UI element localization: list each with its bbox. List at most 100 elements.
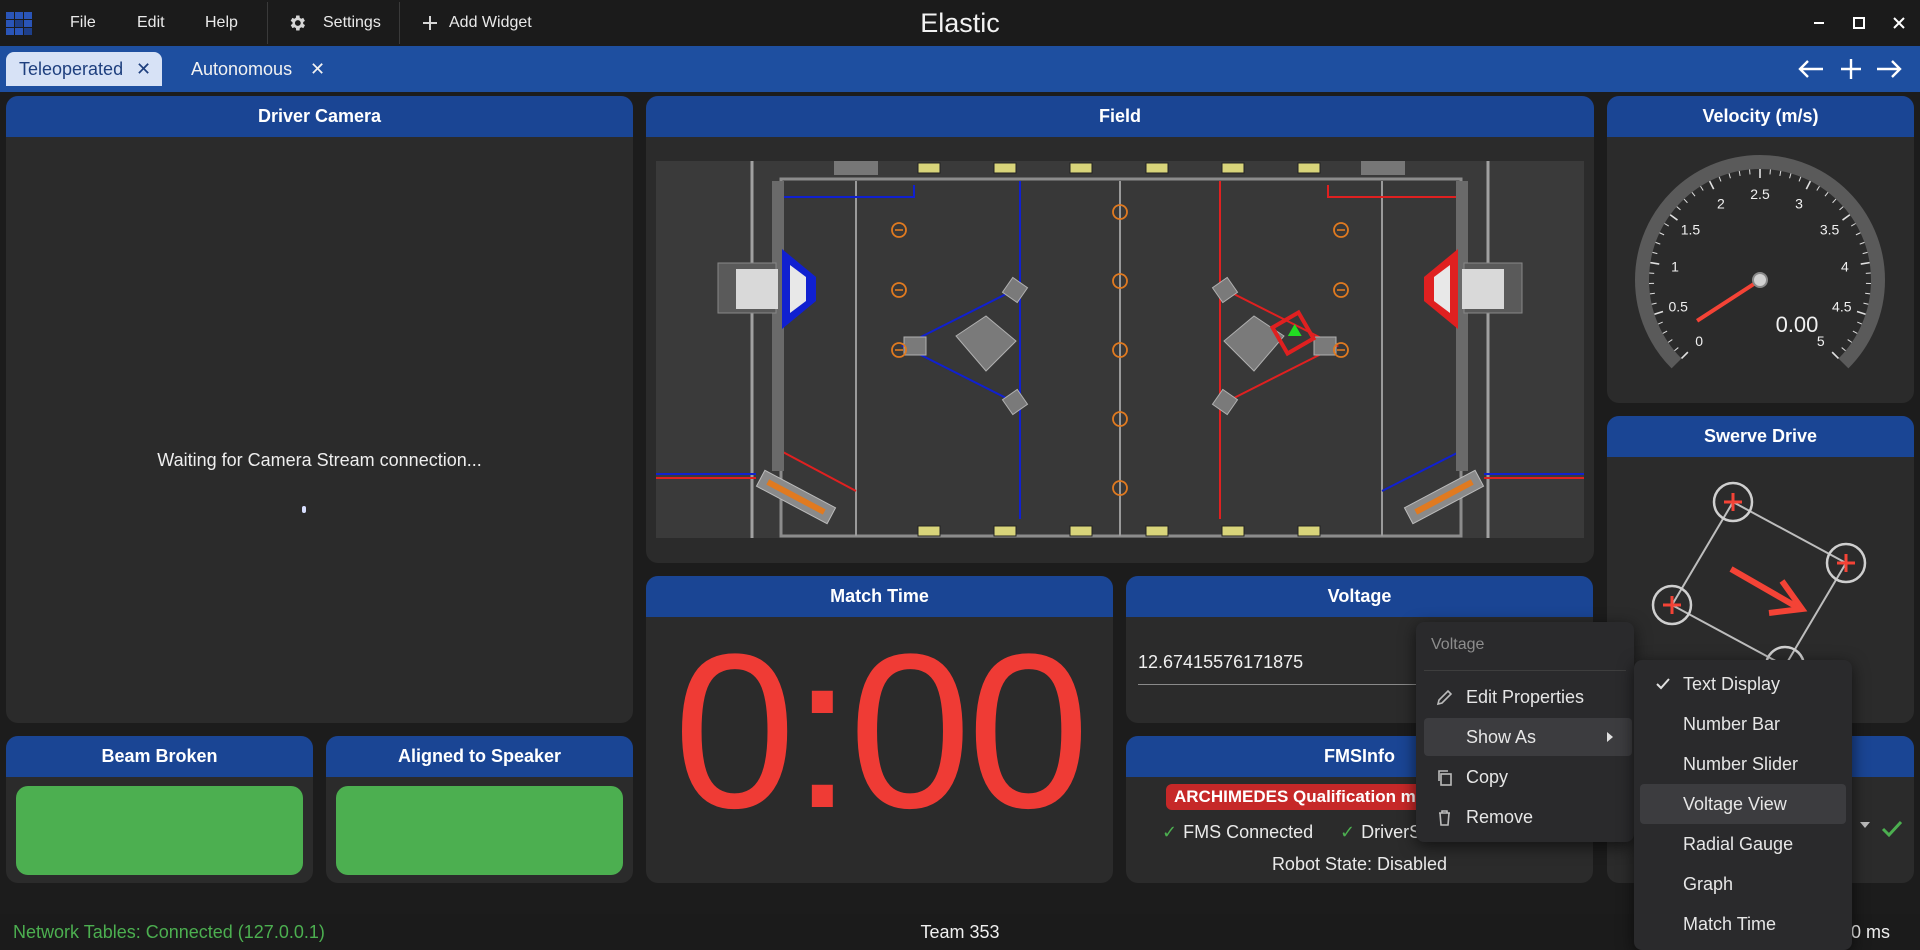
submenu-item-label: Text Display [1683,674,1781,694]
show-as-submenu: Text Display Number Bar Number Slider Vo… [1634,660,1852,950]
submenu-item-label: Match Time [1683,914,1777,934]
gauge-tick [1847,339,1853,343]
menu-item-label: Show As [1466,727,1537,747]
gauge-tick [1850,223,1856,227]
fms-connected-status: ✓ FMS Connected [1162,822,1313,843]
gauge-tick [1651,302,1657,305]
submenu-item-text-display[interactable]: Text Display [1640,664,1846,704]
gauge-tick-label: 3 [1795,195,1803,211]
gauge-tick-label: 4 [1841,259,1849,275]
gauge-tick [1649,292,1655,295]
submenu-item-match-time[interactable]: Match Time [1640,904,1846,944]
menu-file[interactable]: File [70,0,96,46]
settings-button[interactable]: Settings [287,0,387,46]
gauge-tick [1865,292,1871,295]
submenu-item-voltage-view[interactable]: Voltage View [1640,784,1846,824]
menu-divider [1424,670,1626,671]
gear-icon [290,15,305,31]
widget-title: Voltage [1126,576,1593,617]
submenu-item-number-bar[interactable]: Number Bar [1640,704,1846,744]
menu-help[interactable]: Help [205,0,238,46]
team-number: Team 353 [920,922,1000,942]
gauge-tick [1798,176,1802,182]
field-map [656,161,1584,538]
match-time-widget[interactable]: Match Time 0:00 [646,576,1113,883]
gauge-tick [1832,198,1837,204]
tab-label: Teleoperated [19,59,124,79]
gauge-tick [1789,173,1792,179]
tab-label: Autonomous [191,59,293,79]
gauge-tick [1662,330,1668,334]
close-tab-icon[interactable]: ✕ [310,52,325,86]
check-icon: ✓ [1340,822,1356,842]
gauge-tick [1855,232,1861,236]
gauge-tick [1816,186,1820,191]
driver-camera-widget[interactable]: Driver Camera Waiting for Camera Stream … [6,96,633,723]
menu-item-label: Copy [1466,767,1509,787]
menu-item-remove[interactable]: Remove [1424,798,1632,836]
aligned-indicator [336,786,623,875]
gauge-tick [1669,214,1678,221]
fms-connected-label: FMS Connected [1183,822,1314,842]
plus-icon[interactable] [1836,54,1866,84]
status-bar: Network Tables: Connected (127.0.0.1) Te… [0,914,1920,950]
field-widget[interactable]: Field [646,96,1594,563]
widget-title: Aligned to Speaker [326,736,633,777]
gauge-tick-label: 0.5 [1668,299,1688,315]
gauge-tick [1839,206,1844,211]
arrow-right-icon[interactable] [1874,54,1904,84]
voltage-value: 12.67415576171875 [1138,652,1304,672]
gauge-tick [1779,170,1782,176]
close-tab-icon[interactable]: ✕ [136,52,151,86]
submenu-item-radial-gauge[interactable]: Radial Gauge [1640,824,1846,864]
gauge-tick-label: 2 [1717,195,1725,211]
submenu-item-graph[interactable]: Graph [1640,864,1846,904]
gauge-tick [1860,261,1870,265]
menu-item-edit-properties[interactable]: Edit Properties [1424,678,1632,716]
maximize-icon[interactable] [1848,12,1870,34]
driver-station-label: DriverS [1361,822,1422,842]
aligned-to-speaker-widget[interactable]: Aligned to Speaker [326,736,633,883]
widget-title: Field [646,96,1594,137]
robot-state-text: Robot State: Disabled [1271,854,1448,874]
menu-edit[interactable]: Edit [137,0,165,46]
arrow-left-icon[interactable] [1796,54,1826,84]
gauge-tick [1859,241,1865,245]
gauge-tick [1718,176,1722,182]
widget-title: Driver Camera [6,96,633,137]
submenu-item-number-slider[interactable]: Number Slider [1640,744,1846,784]
menu-item-label: Remove [1466,807,1534,827]
gauge-tick [1654,310,1664,316]
gauge-tick [1652,251,1658,255]
check-icon[interactable] [1879,816,1905,842]
submenu-item-label: Graph [1683,874,1734,894]
beam-broken-widget[interactable]: Beam Broken [6,736,313,883]
gauge-tick [1824,191,1829,197]
add-widget-button[interactable]: Add Widget [422,0,552,46]
gauge-tick [1831,351,1840,360]
trash-icon [1439,810,1450,826]
check-icon [1656,678,1670,690]
gauge-tick [1842,214,1851,221]
gauge-tick [1856,310,1866,316]
tab-autonomous[interactable]: Autonomous ✕ [178,52,338,86]
menu-item-label: Edit Properties [1466,687,1585,707]
check-icon: ✓ [1162,822,1178,842]
submenu-item-label: Voltage View [1683,794,1787,814]
dropdown-arrow-icon[interactable] [1859,820,1871,830]
tab-teleoperated[interactable]: Teleoperated ✕ [6,52,162,86]
gauge-tick [1728,173,1731,179]
gauge-tick [1700,186,1704,191]
menu-divider [399,2,400,44]
minimize-icon[interactable] [1808,12,1830,34]
gauge-tick-label: 0 [1695,333,1703,349]
menu-divider [267,2,268,44]
velocity-widget[interactable]: Velocity (m/s) 0 0.5 1 1.5 2 2.5 3 3.5 4 4.5 5 0.0… [1607,96,1914,403]
gauge-tick-label: 2.5 [1750,186,1770,202]
pencil-icon [1436,689,1453,706]
menu-item-copy[interactable]: Copy [1424,758,1632,796]
gauge-tick [1667,339,1673,343]
tab-bar: Teleoperated ✕ Autonomous ✕ [0,46,1920,92]
close-window-icon[interactable] [1888,12,1910,34]
menu-item-show-as[interactable]: Show As [1424,718,1632,756]
